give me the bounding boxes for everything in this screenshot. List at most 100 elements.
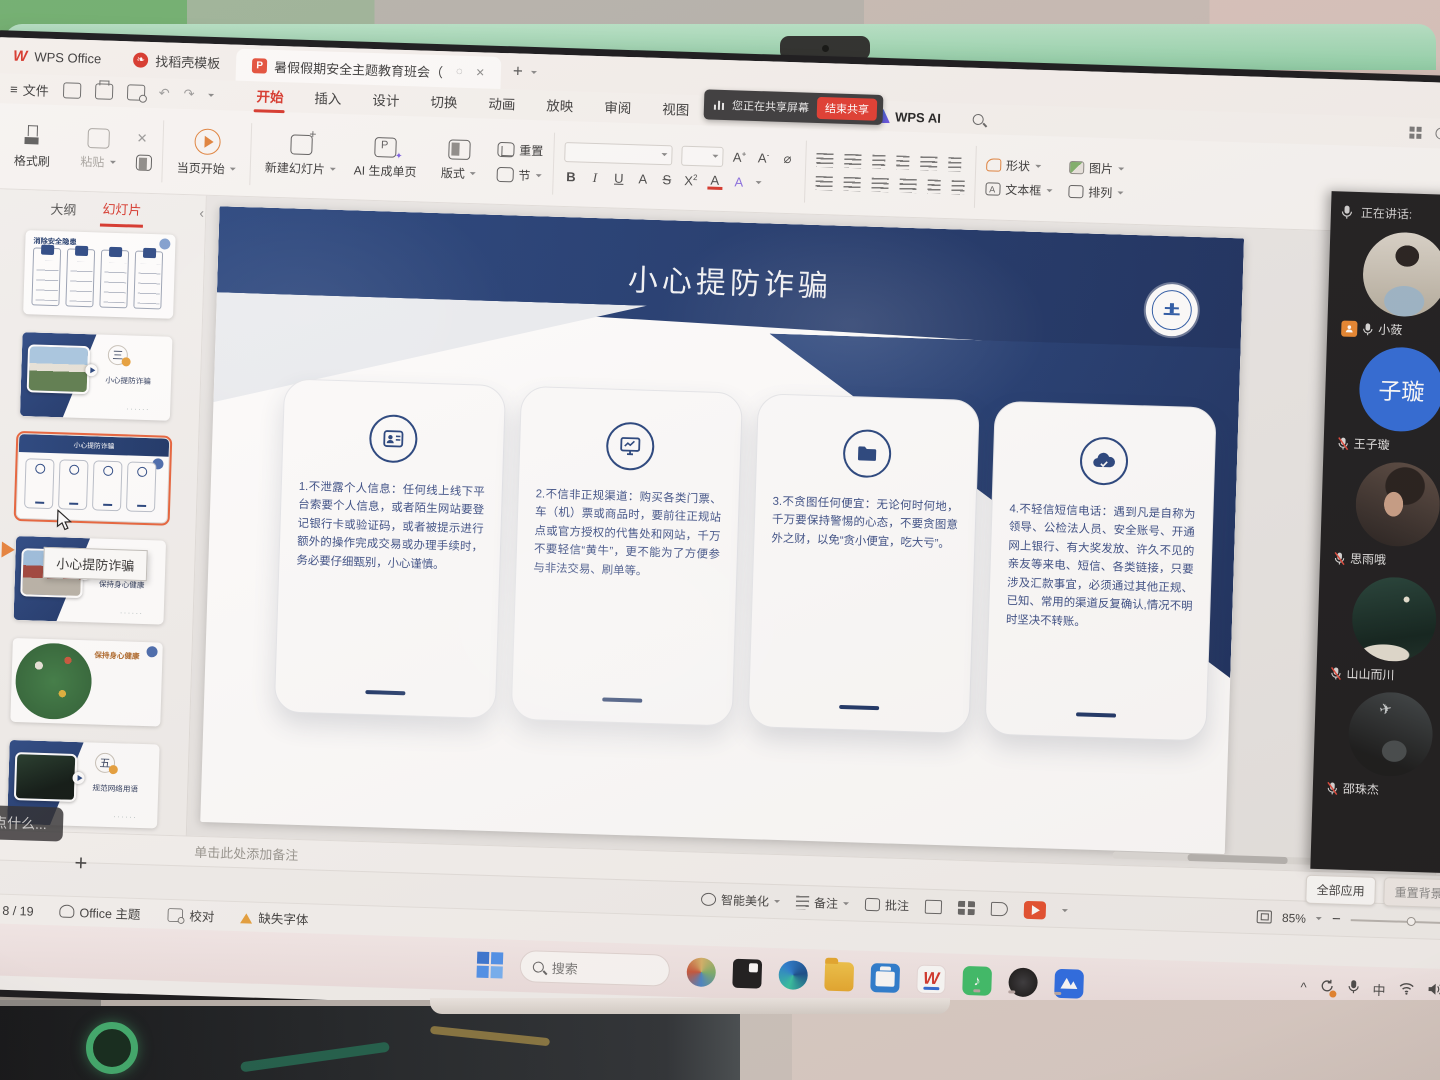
start-button[interactable] bbox=[476, 952, 503, 979]
proofing-button[interactable]: 校对 bbox=[166, 905, 215, 925]
ime-indicator[interactable]: 中 bbox=[1372, 979, 1386, 998]
underline-button[interactable]: U bbox=[611, 171, 626, 186]
font-size-select[interactable] bbox=[681, 145, 724, 166]
doc-sync-icon[interactable]: ◌ bbox=[456, 66, 463, 78]
highlight-button[interactable]: A bbox=[731, 175, 746, 190]
slide-thumbnail-8[interactable]: 8小心提防诈骗 bbox=[17, 434, 170, 523]
current-slide[interactable]: 小心提防诈骗 1.不泄露个人信息：任何线上线下平台索要个人信息，或者陌生网站要登… bbox=[200, 206, 1244, 854]
decrease-indent-icon[interactable] bbox=[872, 155, 885, 169]
slide-thumbnail-7[interactable]: 7三小心提防诈骗...... bbox=[20, 332, 173, 421]
slide-canvas[interactable]: 小心提防诈骗 1.不泄露个人信息：任何线上线下平台索要个人信息，或者陌生网站要登… bbox=[187, 196, 1440, 875]
tray-expand-icon[interactable]: ^ bbox=[1300, 979, 1307, 994]
fraud-tip-card[interactable]: 1.不泄露个人信息：任何线上线下平台索要个人信息，或者陌生网站要登记银行卡或验证… bbox=[274, 378, 506, 719]
increase-font-button[interactable]: A+ bbox=[732, 149, 747, 165]
line-spacing-icon[interactable] bbox=[920, 156, 937, 171]
italic-button[interactable]: I bbox=[587, 170, 602, 186]
quick-access-caret-icon[interactable] bbox=[208, 93, 214, 99]
participant[interactable]: 子璇王子璇 bbox=[1323, 345, 1440, 456]
align-left-icon[interactable] bbox=[815, 176, 832, 191]
wps-icon[interactable]: W bbox=[916, 964, 946, 994]
workspace-grid-icon[interactable] bbox=[1409, 127, 1421, 139]
globe-icon[interactable] bbox=[1435, 127, 1440, 139]
ribbon-tab-item[interactable]: 设计 bbox=[370, 84, 402, 116]
file-menu[interactable]: ≡ 文件 bbox=[10, 79, 49, 99]
close-tab-icon[interactable]: ✕ bbox=[475, 66, 485, 79]
align-center-icon[interactable] bbox=[843, 177, 860, 192]
zoom-out-button[interactable]: − bbox=[1332, 910, 1341, 927]
picture-button[interactable]: 图片 bbox=[1069, 159, 1125, 178]
taskbar-search[interactable]: 搜索 bbox=[519, 950, 670, 987]
fraud-tip-card[interactable]: 3.不贪图任何便宜：无论何时何地，千万要保持警惕的心态，不要贪图意外之财，以免“… bbox=[747, 393, 979, 734]
shadow-button[interactable]: A bbox=[635, 172, 650, 187]
missing-font-button[interactable]: 缺失字体 bbox=[240, 907, 309, 928]
tab-wps-ai[interactable]: WPS AI bbox=[876, 108, 941, 125]
wps-home-tab[interactable]: W WPS Office bbox=[0, 37, 118, 77]
slide-thumbnail-6[interactable]: 6消除安全隐患 bbox=[23, 230, 176, 319]
sync-icon[interactable] bbox=[1319, 978, 1335, 996]
wifi-icon[interactable] bbox=[1398, 982, 1414, 998]
horizontal-scroll-thumb[interactable] bbox=[1187, 854, 1287, 864]
tab-list-caret-icon[interactable] bbox=[531, 70, 537, 76]
participant[interactable]: 小蔹 bbox=[1327, 230, 1440, 341]
ribbon-tab-item[interactable]: 审阅 bbox=[602, 92, 634, 124]
font-name-select[interactable] bbox=[564, 142, 673, 165]
new-slide-button[interactable]: 新建幻灯片 bbox=[261, 131, 341, 179]
zoom-level[interactable]: 85% bbox=[1282, 910, 1306, 925]
file-explorer-icon[interactable] bbox=[824, 961, 854, 991]
volume-icon[interactable] bbox=[1427, 983, 1440, 999]
ribbon-search-icon[interactable] bbox=[973, 113, 984, 124]
ribbon-tab-item[interactable]: 切换 bbox=[428, 86, 460, 118]
paragraph-more-icon[interactable] bbox=[951, 180, 964, 194]
store-icon[interactable] bbox=[870, 963, 900, 993]
music-app-icon[interactable] bbox=[1008, 967, 1038, 997]
tray-mic-icon[interactable] bbox=[1347, 979, 1360, 997]
beautify-button[interactable]: 智能美化 bbox=[701, 891, 781, 910]
slideshow-play-button[interactable] bbox=[1024, 900, 1047, 919]
ribbon-tab-item[interactable]: 插入 bbox=[312, 83, 344, 115]
cut-icon[interactable]: ✕ bbox=[136, 130, 152, 146]
copy-icon[interactable] bbox=[136, 154, 152, 170]
fraud-tip-card[interactable]: 4.不轻信短信电话：遇到凡是自称为领导、公检法人员、安全账号、开通网上银行、有大… bbox=[984, 401, 1216, 742]
ribbon-tab-item[interactable]: 动画 bbox=[486, 88, 518, 120]
textbox-button[interactable]: 文本框 bbox=[985, 180, 1053, 199]
arrange-button[interactable]: 排列 bbox=[1068, 183, 1124, 202]
bold-button[interactable]: B bbox=[563, 169, 578, 184]
superscript-button[interactable]: X2 bbox=[683, 173, 698, 189]
taskview-icon[interactable] bbox=[732, 958, 762, 988]
theme-button[interactable]: Office 主题 bbox=[59, 902, 140, 924]
shapes-button[interactable]: 形状 bbox=[986, 156, 1054, 175]
justify-icon[interactable] bbox=[899, 179, 916, 194]
meeting-app-icon[interactable] bbox=[1054, 968, 1084, 998]
all-apps-button[interactable]: 全部应用 bbox=[1305, 875, 1376, 906]
layout-button[interactable]: 版式 bbox=[430, 136, 487, 184]
decrease-font-button[interactable]: A- bbox=[756, 150, 771, 166]
zoom-caret-icon[interactable] bbox=[1316, 917, 1322, 923]
text-direction-icon[interactable] bbox=[948, 157, 961, 171]
reset-background-button[interactable]: 重置背景 bbox=[1383, 877, 1440, 908]
comment-button[interactable]: 批注 bbox=[865, 896, 910, 914]
game-icon[interactable] bbox=[686, 957, 716, 987]
end-share-button[interactable]: 结束共享 bbox=[817, 97, 878, 121]
zoom-slider-thumb[interactable] bbox=[1406, 916, 1415, 925]
docer-template-tab[interactable]: ❧ 找稻壳模板 bbox=[117, 41, 237, 81]
section-label[interactable]: 节 bbox=[518, 166, 531, 183]
play-options-caret-icon[interactable] bbox=[1062, 909, 1068, 915]
ai-generate-button[interactable]: AI 生成单页 bbox=[350, 134, 422, 182]
save-icon[interactable] bbox=[63, 82, 81, 99]
redo-icon[interactable]: ↷ bbox=[183, 86, 194, 102]
print-preview-icon[interactable] bbox=[126, 84, 144, 101]
strikethrough-button[interactable]: S bbox=[659, 172, 674, 187]
increase-indent-icon[interactable] bbox=[896, 155, 909, 169]
thumbnail-play-icon[interactable] bbox=[1, 542, 22, 559]
play-from-current-button[interactable]: 当页开始 bbox=[172, 125, 241, 179]
columns-icon[interactable] bbox=[927, 179, 940, 193]
tab-slides[interactable]: 幻灯片 bbox=[100, 192, 144, 227]
participant[interactable]: 山山而川 bbox=[1316, 575, 1440, 686]
font-color-caret-icon[interactable] bbox=[755, 182, 761, 188]
qqmusic-icon[interactable]: ♪ bbox=[962, 965, 992, 995]
align-right-icon[interactable] bbox=[871, 178, 888, 193]
ribbon-tab-item[interactable]: 视图 bbox=[660, 94, 692, 126]
edge-icon[interactable] bbox=[778, 960, 808, 990]
format-painter-button[interactable]: 格式刷 bbox=[4, 122, 61, 172]
zoom-slider[interactable] bbox=[1351, 919, 1440, 924]
